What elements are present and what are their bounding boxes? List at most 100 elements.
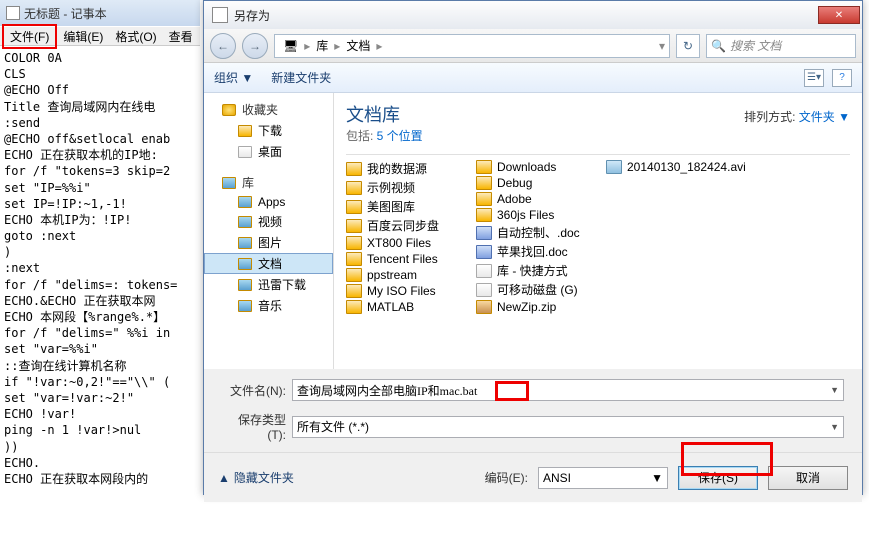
back-button[interactable]: ← [210, 33, 236, 59]
breadcrumb[interactable]: 🖥 ▸ 库 ▸ 文档 ▸ ▾ [274, 34, 670, 58]
filename-input[interactable]: ▼ [292, 379, 844, 401]
chevron-right-icon: ▸ [304, 39, 310, 53]
cancel-button[interactable]: 取消 [768, 466, 848, 490]
sidebar-item-apps[interactable]: Apps [204, 193, 333, 211]
file-item[interactable]: NewZip.zip [476, 299, 596, 315]
sidebar-item-pictures[interactable]: 图片 [204, 232, 333, 253]
sidebar-item-music[interactable]: 音乐 [204, 295, 333, 316]
file-item[interactable]: 360js Files [476, 207, 596, 223]
filetype-label: 保存类型(T): [222, 411, 292, 442]
hide-folders-toggle[interactable]: ▲ 隐藏文件夹 [218, 469, 294, 486]
search-icon: 🔍 [711, 39, 726, 53]
notepad-title: 无标题 - 记事本 [24, 5, 107, 22]
file-item[interactable]: 我的数据源 [346, 159, 466, 178]
file-column: DownloadsDebugAdobe360js Files自动控制、.doc苹… [476, 159, 596, 315]
chevron-down-icon: ▼ [830, 422, 839, 432]
file-item[interactable]: Debug [476, 175, 596, 191]
save-dialog: 另存为 ✕ ← → 🖥 ▸ 库 ▸ 文档 ▸ ▾ ↻ 🔍 搜索 文档 组织 ▼ … [203, 0, 863, 495]
breadcrumb-root-icon[interactable]: 🖥 [279, 39, 302, 53]
sidebar-libraries[interactable]: 库 [204, 172, 333, 193]
file-item[interactable]: XT800 Files [346, 235, 466, 251]
notepad-window: 无标题 - 记事本 文件(F) 编辑(E) 格式(O) 查看 COLOR 0A … [0, 0, 200, 537]
file-item[interactable]: 可移动磁盘 (G) [476, 280, 596, 299]
file-item[interactable]: MATLAB [346, 299, 466, 315]
new-folder-button[interactable]: 新建文件夹 [271, 69, 331, 86]
dialog-title: 另存为 [234, 7, 818, 24]
file-item[interactable]: 库 - 快捷方式 [476, 261, 596, 280]
folder-icon [238, 216, 252, 228]
chevron-right-icon: ▸ [376, 39, 382, 53]
save-button[interactable]: 保存(S) [678, 466, 758, 490]
menu-file[interactable]: 文件(F) [2, 24, 57, 49]
sidebar-item-desktop[interactable]: 桌面 [204, 141, 333, 162]
folder-icon [476, 160, 492, 174]
notepad-menubar[interactable]: 文件(F) 编辑(E) 格式(O) 查看 [0, 26, 200, 46]
search-placeholder: 搜索 文档 [730, 37, 781, 54]
notepad-icon [6, 6, 20, 20]
file-item[interactable]: 美图图库 [346, 197, 466, 216]
refresh-button[interactable]: ↻ [676, 34, 700, 58]
dialog-icon [212, 7, 228, 23]
sidebar-item-downloads[interactable]: 下载 [204, 120, 333, 141]
library-subtitle: 包括: 5 个位置 [346, 127, 423, 144]
menu-view[interactable]: 查看 [163, 26, 199, 47]
chevron-up-icon: ▲ [218, 471, 230, 485]
file-item[interactable]: Tencent Files [346, 251, 466, 267]
file-item[interactable]: 苹果找回.doc [476, 242, 596, 261]
locations-link[interactable]: 5 个位置 [377, 129, 423, 143]
breadcrumb-seg-docs[interactable]: 文档 [342, 37, 374, 54]
chevron-down-icon[interactable]: ▼ [830, 385, 839, 395]
sort-value[interactable]: 文件夹 ▼ [799, 110, 850, 124]
file-column: 20140130_182424.avi [606, 159, 766, 315]
folder-icon [238, 279, 252, 291]
file-icon [476, 283, 492, 297]
organize-menu[interactable]: 组织 ▼ [214, 69, 253, 86]
forward-button[interactable]: → [242, 33, 268, 59]
search-input[interactable]: 🔍 搜索 文档 [706, 34, 856, 58]
sort-control[interactable]: 排列方式: 文件夹 ▼ [744, 108, 850, 125]
help-button[interactable]: ? [832, 69, 852, 87]
zip-icon [476, 300, 492, 314]
folder-icon [238, 237, 252, 249]
sidebar-item-video[interactable]: 视频 [204, 211, 333, 232]
file-column: 我的数据源示例视频美图图库百度云同步盘XT800 FilesTencent Fi… [346, 159, 466, 315]
sidebar-favorites[interactable]: 收藏夹 [204, 99, 333, 120]
sidebar-item-documents[interactable]: 文档 [204, 253, 333, 274]
file-item[interactable]: 20140130_182424.avi [606, 159, 766, 175]
folder-icon [346, 219, 362, 233]
close-button[interactable]: ✕ [818, 6, 860, 24]
filename-label: 文件名(N): [222, 382, 292, 399]
folder-icon [238, 300, 252, 312]
file-item[interactable]: Downloads [476, 159, 596, 175]
menu-edit[interactable]: 编辑(E) [57, 26, 109, 47]
file-item[interactable]: 百度云同步盘 [346, 216, 466, 235]
file-item[interactable]: My ISO Files [346, 283, 466, 299]
nav-bar: ← → 🖥 ▸ 库 ▸ 文档 ▸ ▾ ↻ 🔍 搜索 文档 [204, 29, 862, 63]
view-options-button[interactable]: ☰▾ [804, 69, 824, 87]
encoding-label: 编码(E): [485, 469, 528, 486]
file-item[interactable]: ppstream [346, 267, 466, 283]
star-icon [222, 104, 236, 116]
filetype-select[interactable]: 所有文件 (*.*) ▼ [292, 416, 844, 438]
encoding-select[interactable]: ANSI ▼ [538, 467, 668, 489]
doc-icon [476, 245, 492, 259]
folder-icon [346, 252, 362, 266]
file-item[interactable]: Adobe [476, 191, 596, 207]
library-title: 文档库 [346, 101, 423, 127]
folder-icon [346, 236, 362, 250]
folder-icon [346, 200, 362, 214]
file-item[interactable]: 自动控制、.doc [476, 223, 596, 242]
sidebar-item-xunlei[interactable]: 迅雷下载 [204, 274, 333, 295]
notepad-textarea[interactable]: COLOR 0A CLS @ECHO Off Title 查询局域网内在线电 :… [0, 46, 200, 491]
chevron-down-icon[interactable]: ▾ [659, 39, 665, 53]
chevron-right-icon: ▸ [334, 39, 340, 53]
breadcrumb-seg-lib[interactable]: 库 [312, 37, 332, 54]
menu-format[interactable]: 格式(O) [109, 26, 162, 47]
file-list-pane: 文档库 包括: 5 个位置 排列方式: 文件夹 ▼ 我的数据源示例视频美图图库百… [334, 93, 862, 369]
doc-icon [476, 226, 492, 240]
avi-icon [606, 160, 622, 174]
folder-icon [346, 300, 362, 314]
file-item[interactable]: 示例视频 [346, 178, 466, 197]
dialog-titlebar: 另存为 ✕ [204, 1, 862, 29]
separator [346, 154, 850, 155]
